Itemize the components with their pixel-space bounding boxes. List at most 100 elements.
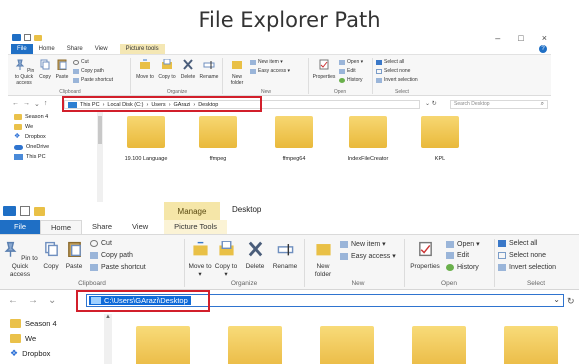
rename-button[interactable]: Rename: [198, 59, 220, 80]
delete-button[interactable]: Delete: [242, 241, 268, 271]
folder-item[interactable]: KPL: [410, 116, 470, 162]
move-to-button[interactable]: Move to ▾: [188, 241, 212, 279]
copy-icon: [44, 241, 58, 257]
nav-scrollbar[interactable]: [97, 112, 103, 202]
tab-file[interactable]: File: [11, 44, 33, 54]
window-title: Desktop: [232, 205, 262, 214]
tab-view[interactable]: View: [122, 220, 158, 234]
back-arrow-icon[interactable]: ←: [12, 100, 19, 108]
easy-access-button[interactable]: Easy access ▾: [250, 68, 290, 74]
properties-button[interactable]: Properties: [311, 59, 337, 80]
history-button[interactable]: History: [339, 77, 363, 83]
history-button[interactable]: History: [446, 264, 479, 271]
recent-chevron-icon[interactable]: ⌄: [34, 100, 40, 108]
nav-scrollbar[interactable]: ▲: [104, 314, 112, 364]
close-button[interactable]: ×: [542, 33, 547, 43]
copy-path-button[interactable]: Copy path: [90, 252, 133, 259]
edit-button[interactable]: Edit: [446, 252, 469, 259]
pin-to-quick-access-button[interactable]: Pin to Quick access: [2, 241, 38, 279]
edit-button[interactable]: Edit: [339, 68, 356, 74]
nav-item-we[interactable]: We: [8, 122, 96, 132]
copy-to-button[interactable]: Copy to: [156, 58, 178, 80]
folder-icon[interactable]: [228, 326, 282, 364]
folder-icon[interactable]: [412, 326, 466, 364]
cut-button[interactable]: Cut: [73, 59, 89, 65]
folder-item[interactable]: ffmpeg: [188, 116, 248, 162]
copy-path-button[interactable]: Copy path: [73, 68, 104, 74]
copy-to-button[interactable]: Copy to ▾: [214, 240, 238, 279]
nav-item-season-4[interactable]: Season 4: [8, 112, 96, 122]
tab-picture-tools[interactable]: Picture Tools: [164, 220, 227, 234]
properties-qat-icon[interactable]: [20, 206, 30, 216]
tab-share[interactable]: Share: [61, 44, 89, 54]
new-folder-button[interactable]: New folder: [226, 59, 248, 86]
copy-button[interactable]: Copy: [37, 59, 53, 80]
nav-item-onedrive[interactable]: OneDrive: [8, 142, 96, 152]
new-folder-button[interactable]: New folder: [308, 241, 338, 279]
paste-button[interactable]: Paste: [53, 59, 71, 80]
folder-item[interactable]: ffmpeg64: [264, 116, 324, 162]
tab-home[interactable]: Home: [33, 44, 61, 54]
delete-button[interactable]: Delete: [178, 59, 198, 80]
nav-item-dropbox[interactable]: ❖ Dropbox: [0, 346, 100, 361]
move-to-button[interactable]: Move to: [134, 59, 156, 80]
folder-icon[interactable]: [136, 326, 190, 364]
new-item-button[interactable]: New item ▾: [250, 59, 283, 65]
explorer-window-text-path: Manage Desktop File Home Share View Pict…: [0, 202, 579, 364]
explorer-window-breadcrumb: – □ × File Home Share View Picture tools…: [8, 32, 551, 202]
refresh-icon[interactable]: ↻: [567, 296, 575, 307]
paste-shortcut-icon: [90, 264, 98, 271]
cut-button[interactable]: Cut: [90, 240, 112, 247]
tab-manage[interactable]: Manage: [164, 202, 220, 220]
maximize-button[interactable]: □: [518, 33, 523, 43]
paste-shortcut-button[interactable]: Paste shortcut: [73, 77, 113, 83]
rename-button[interactable]: Rename: [270, 241, 300, 271]
copy-button[interactable]: Copy: [40, 241, 62, 271]
folder-icon[interactable]: [320, 326, 374, 364]
nav-item-we[interactable]: We: [0, 331, 100, 346]
divider: [222, 58, 223, 94]
nav-item-dropbox[interactable]: ❖ Dropbox: [8, 132, 96, 142]
folder-icon[interactable]: [504, 326, 558, 364]
search-input[interactable]: Search Desktop ⌕: [450, 100, 548, 109]
tab-file[interactable]: File: [0, 220, 40, 234]
open-button[interactable]: Open ▾: [446, 240, 480, 248]
properties-button[interactable]: Properties: [406, 241, 444, 271]
select-none-button[interactable]: Select none: [376, 68, 410, 74]
help-icon[interactable]: ?: [539, 45, 547, 53]
scroll-up-icon[interactable]: ▲: [105, 314, 111, 320]
paste-button[interactable]: Paste: [62, 241, 86, 271]
forward-arrow-icon[interactable]: →: [28, 295, 38, 306]
recent-chevron-icon[interactable]: ⌄: [48, 295, 56, 306]
scrollbar-thumb[interactable]: [98, 116, 102, 144]
select-none-button[interactable]: Select none: [498, 252, 546, 259]
paste-shortcut-button[interactable]: Paste shortcut: [90, 264, 146, 271]
easy-access-button[interactable]: Easy access ▾: [340, 252, 396, 260]
address-dropdown-refresh[interactable]: ⌄ ↻: [425, 100, 437, 107]
invert-selection-button[interactable]: Invert selection: [498, 264, 556, 271]
address-dropdown-icon[interactable]: ⌄: [553, 295, 560, 304]
invert-selection-button[interactable]: Invert selection: [376, 77, 418, 83]
select-all-button[interactable]: Select all: [376, 59, 404, 65]
open-button[interactable]: Open ▾: [339, 59, 363, 65]
new-item-button[interactable]: New item ▾: [340, 240, 386, 248]
properties-qat-icon[interactable]: [24, 34, 31, 41]
select-all-button[interactable]: Select all: [498, 240, 537, 247]
forward-arrow-icon[interactable]: →: [23, 100, 30, 108]
tab-share[interactable]: Share: [82, 220, 122, 234]
nav-item-this-pc[interactable]: This PC: [8, 152, 96, 162]
up-arrow-icon[interactable]: ↑: [44, 100, 48, 108]
pin-to-quick-access-button[interactable]: Pin to Quick access: [11, 59, 37, 86]
tab-view[interactable]: View: [89, 44, 114, 54]
tab-home[interactable]: Home: [40, 220, 83, 234]
navigation-pane: Season 4 We ❖ Dropbox OneDrive This PC: [8, 112, 96, 202]
minimize-button[interactable]: –: [495, 33, 500, 43]
nav-item-season-4[interactable]: Season 4: [0, 316, 100, 331]
page-title: File Explorer Path: [198, 8, 381, 32]
folder-item[interactable]: IndexFileCreator: [338, 116, 398, 162]
new-folder-qat-icon[interactable]: [34, 206, 45, 216]
back-arrow-icon[interactable]: ←: [8, 295, 18, 306]
new-folder-qat-icon[interactable]: [34, 34, 42, 41]
tab-picture-tools[interactable]: Picture tools: [119, 44, 165, 54]
folder-item[interactable]: 19.100 Language: [116, 116, 176, 162]
